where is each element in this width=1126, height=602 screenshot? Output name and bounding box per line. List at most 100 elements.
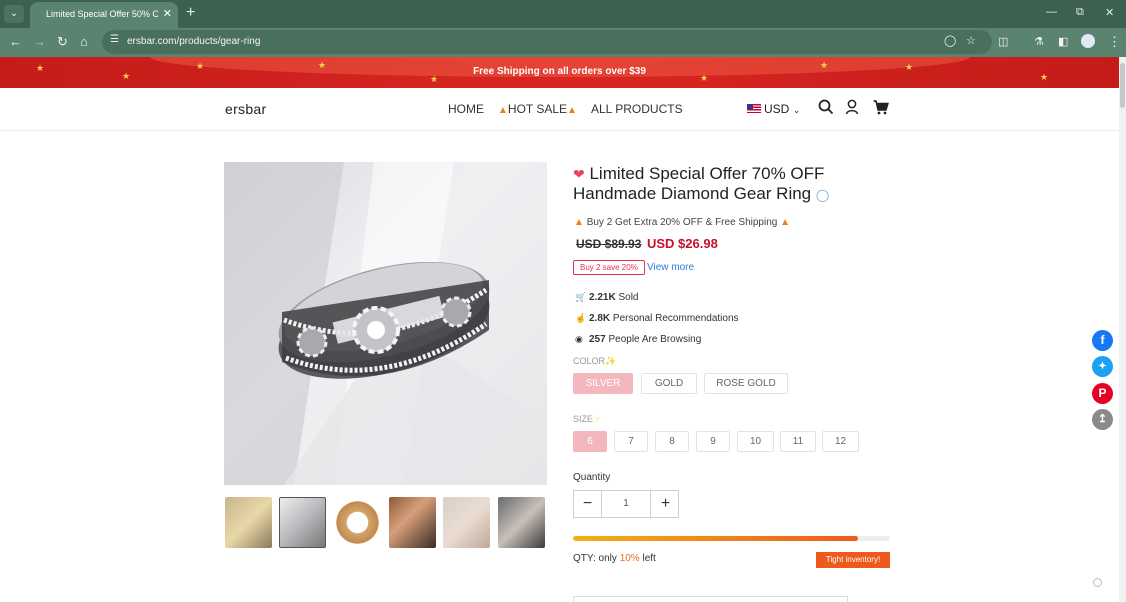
cart-icon[interactable] bbox=[872, 98, 890, 116]
facebook-share-icon[interactable]: f bbox=[1092, 330, 1113, 351]
window-close-button[interactable]: ✕ bbox=[1105, 6, 1114, 19]
size-option-9[interactable]: 9 bbox=[696, 431, 730, 452]
profile-avatar[interactable] bbox=[1081, 34, 1095, 48]
chat-indicator-icon[interactable] bbox=[1093, 578, 1102, 587]
nav-hot-sale-label: HOT SALE bbox=[507, 102, 568, 116]
product-main-image[interactable] bbox=[224, 162, 547, 485]
color-option-silver[interactable]: SILVER bbox=[573, 373, 633, 394]
increase-quantity-button[interactable]: + bbox=[652, 491, 679, 517]
kebab-menu-icon[interactable]: ⋮ bbox=[1108, 33, 1121, 51]
cart-icon: 🛒 bbox=[575, 292, 587, 302]
stat-text: People Are Browsing bbox=[608, 334, 702, 345]
size-label-text: SIZE bbox=[573, 414, 594, 424]
nav-all-products[interactable]: ALL PRODUCTS bbox=[591, 102, 683, 116]
color-label-text: COLOR bbox=[573, 356, 606, 366]
account-icon[interactable] bbox=[844, 98, 862, 116]
thumbnail-ring-box[interactable] bbox=[389, 497, 436, 548]
site-logo[interactable]: ersbar bbox=[225, 101, 266, 117]
back-icon[interactable]: ← bbox=[9, 33, 22, 51]
sale-price: USD $26.98 bbox=[647, 236, 718, 251]
thumbnail-silver-ring[interactable] bbox=[279, 497, 326, 548]
color-option-rose-gold[interactable]: ROSE GOLD bbox=[704, 373, 788, 394]
fire-icon: ▲ bbox=[567, 105, 577, 116]
site-header: ersbar HOME ▲HOT SALE▲ ALL PRODUCTS USD … bbox=[0, 88, 1119, 131]
size-option-10[interactable]: 10 bbox=[737, 431, 774, 452]
thumbs-up-icon: ☝ bbox=[575, 313, 587, 323]
tab-close-icon[interactable]: ✕ bbox=[163, 7, 172, 20]
currency-selector[interactable]: USD ⌄ bbox=[747, 102, 800, 116]
us-flag-icon bbox=[747, 104, 761, 113]
page-scrollbar[interactable] bbox=[1119, 57, 1126, 602]
thumbnail-ring-display[interactable] bbox=[498, 497, 545, 548]
stat-value: 2.8K bbox=[589, 313, 611, 324]
extensions-icon[interactable]: ◫ bbox=[998, 33, 1008, 51]
size-option-11[interactable]: 11 bbox=[780, 431, 816, 452]
stat-browsing: ◉ 257 People Are Browsing bbox=[575, 334, 701, 345]
eye-off-icon[interactable]: ◯ bbox=[944, 34, 956, 47]
home-icon[interactable]: ⌂ bbox=[80, 33, 88, 51]
stat-text: Sold bbox=[618, 292, 639, 303]
side-panel-icon[interactable]: ◧ bbox=[1058, 33, 1068, 51]
promo-banner: ★ ★ ★ ★ ★ ★ ★ ★ ★ Free Shipping on all o… bbox=[0, 57, 1119, 88]
qty-left-prefix: QTY: only bbox=[573, 553, 617, 564]
quantity-stepper: − 1 + bbox=[573, 490, 679, 518]
fire-icon: ▲ bbox=[498, 105, 508, 116]
thumbnail-rose-gold-ring[interactable] bbox=[334, 497, 381, 548]
color-label: COLOR✨ bbox=[573, 356, 616, 367]
original-price: USD $89.93 bbox=[576, 237, 642, 251]
nav-home[interactable]: HOME bbox=[448, 102, 484, 116]
pinterest-share-icon[interactable]: P bbox=[1092, 383, 1113, 404]
stat-recommendations: ☝ 2.8K Personal Recommendations bbox=[575, 313, 739, 324]
forward-icon[interactable]: → bbox=[33, 33, 46, 51]
search-icon[interactable] bbox=[817, 98, 835, 116]
next-section-box bbox=[573, 596, 848, 602]
quantity-left-text: QTY: only 10% left bbox=[573, 553, 656, 564]
stock-progress-fill bbox=[573, 536, 859, 541]
size-option-7[interactable]: 7 bbox=[614, 431, 648, 452]
promo-text: Free Shipping on all orders over $39 bbox=[473, 66, 646, 77]
bundle-promo: ▲ Buy 2 Get Extra 20% OFF & Free Shippin… bbox=[574, 217, 790, 228]
address-bar[interactable]: ☰ ersbar.com/products/gear-ring ◯ ☆ bbox=[102, 30, 992, 54]
site-info-icon[interactable]: ☰ bbox=[110, 34, 119, 45]
maximize-button[interactable]: ⧉ bbox=[1076, 6, 1084, 19]
twitter-share-icon[interactable]: ✦ bbox=[1092, 356, 1113, 377]
chevron-down-icon: ⌄ bbox=[792, 105, 801, 115]
stat-text: Personal Recommendations bbox=[612, 313, 739, 324]
heart-gift-icon: ❤ bbox=[573, 166, 585, 182]
size-option-8[interactable]: 8 bbox=[655, 431, 689, 452]
sparkle-icon: ✨ bbox=[605, 356, 617, 366]
stat-value: 257 bbox=[589, 334, 606, 345]
size-option-12[interactable]: 12 bbox=[822, 431, 859, 452]
decrease-quantity-button[interactable]: − bbox=[574, 491, 601, 517]
nav-hot-sale[interactable]: ▲HOT SALE▲ bbox=[498, 102, 577, 116]
new-tab-button[interactable]: + bbox=[186, 4, 195, 22]
fire-icon: ▲ bbox=[780, 217, 791, 228]
tab-search-button[interactable]: ⌄ bbox=[4, 5, 24, 23]
minimize-button[interactable]: — bbox=[1046, 6, 1057, 18]
quantity-label: Quantity bbox=[573, 472, 611, 483]
browser-tab[interactable]: Limited Special Offer 50% OFF! ✕ bbox=[30, 2, 178, 28]
view-more-link[interactable]: View more bbox=[647, 262, 694, 273]
tab-title: Limited Special Offer 50% OFF! bbox=[46, 9, 158, 19]
browser-toolbar: ← → ↻ ⌂ ☰ ersbar.com/products/gear-ring … bbox=[0, 28, 1126, 57]
stock-progress-bar bbox=[573, 536, 890, 541]
tight-inventory-badge: Tight inventory! bbox=[816, 552, 890, 568]
url-text[interactable]: ersbar.com/products/gear-ring bbox=[127, 36, 260, 47]
thumbnail-hand-ring[interactable] bbox=[443, 497, 490, 548]
color-option-gold[interactable]: GOLD bbox=[641, 373, 697, 394]
thumbnail-gold-ring[interactable] bbox=[225, 497, 272, 548]
reload-icon[interactable]: ↻ bbox=[57, 33, 68, 51]
labs-icon[interactable]: ⚗ bbox=[1034, 33, 1044, 51]
stat-value: 2.21K bbox=[589, 292, 616, 303]
fire-icon: ▲ bbox=[574, 217, 584, 228]
ring-image bbox=[224, 162, 547, 485]
scrollbar-thumb[interactable] bbox=[1120, 63, 1125, 108]
size-option-6[interactable]: 6 bbox=[573, 431, 607, 452]
bundle-promo-text: Buy 2 Get Extra 20% OFF & Free Shipping bbox=[586, 217, 778, 228]
stat-sold: 🛒 2.21K Sold bbox=[575, 292, 638, 303]
bookmark-star-icon[interactable]: ☆ bbox=[966, 34, 976, 47]
qty-left-suffix: left bbox=[642, 553, 656, 564]
quantity-input[interactable]: 1 bbox=[601, 491, 651, 517]
back-to-top-icon[interactable]: ↥ bbox=[1092, 409, 1113, 430]
size-label: SIZE☞ bbox=[573, 414, 601, 425]
